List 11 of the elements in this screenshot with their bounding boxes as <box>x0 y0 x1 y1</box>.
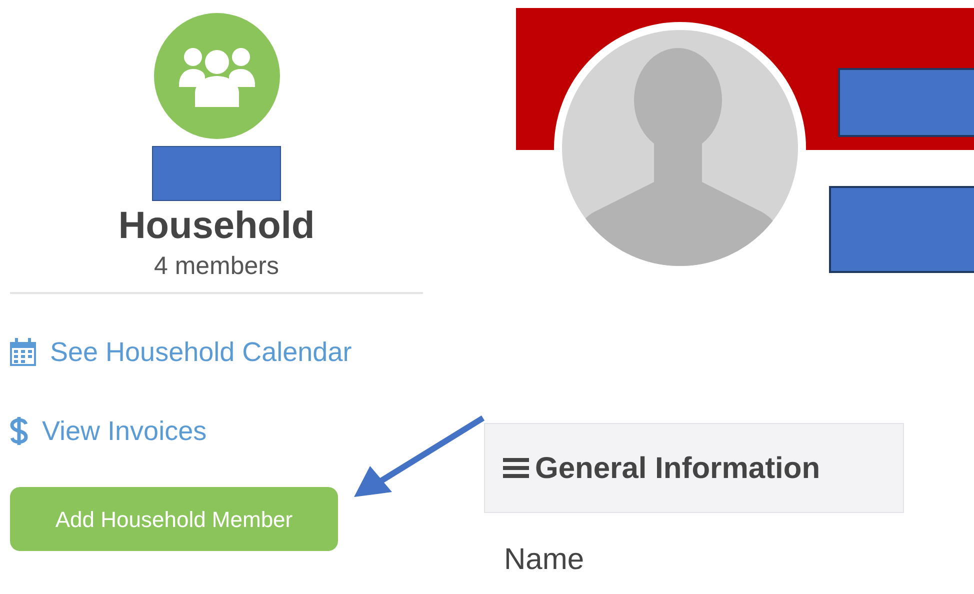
field-label: Name <box>504 542 586 578</box>
household-title: Household <box>118 204 315 249</box>
link[interactable]: View Invoices <box>42 410 207 451</box>
member-count: 4 members <box>154 251 280 282</box>
users-icon <box>178 45 254 107</box>
dollar-icon <box>10 416 28 446</box>
add-member-button[interactable]: Add Household Member <box>10 487 338 551</box>
link[interactable]: See Household Calendar <box>50 332 352 372</box>
calendar-icon <box>10 338 36 366</box>
menu-icon <box>503 457 529 479</box>
section-title: General Information <box>535 450 820 486</box>
